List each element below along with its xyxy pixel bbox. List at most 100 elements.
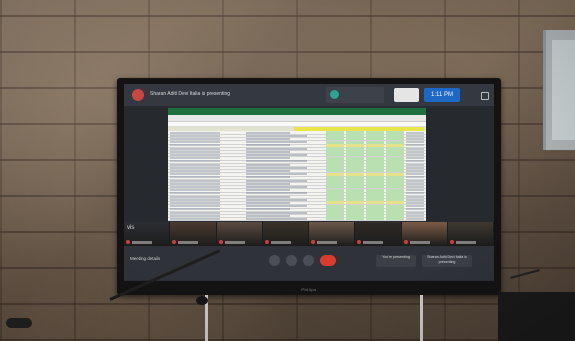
sheet-cell <box>326 217 344 221</box>
sheet-cell <box>246 217 307 220</box>
sheet-cell <box>246 185 307 188</box>
sheet-cell <box>406 217 424 220</box>
sheet-cell <box>246 208 290 211</box>
sheet-cell <box>406 205 424 208</box>
sheet-cell <box>406 208 424 211</box>
presenter-avatar <box>132 89 144 101</box>
participant-name-bar <box>363 241 384 244</box>
sheet-cell <box>246 144 290 147</box>
sheet-cell <box>406 179 424 182</box>
participant-tile[interactable]: vis <box>124 222 170 246</box>
participant-tile[interactable] <box>447 222 493 246</box>
participant-name-bar <box>178 241 199 244</box>
sheet-cell <box>246 189 290 192</box>
microphone-left <box>6 318 32 328</box>
sheet-cell <box>170 185 220 188</box>
participant-tile[interactable] <box>355 222 401 246</box>
muted-mic-icon <box>311 240 315 244</box>
sheet-cell <box>170 173 220 176</box>
sheet-cell <box>170 201 220 204</box>
other-presenting-button[interactable]: Sharan Aditi Devi Italia is presenting <box>422 255 472 267</box>
sheet-cell <box>170 179 220 182</box>
sheet-cell <box>170 134 220 137</box>
more-options-icon[interactable] <box>303 255 314 266</box>
sheet-cell <box>246 150 290 153</box>
sheet-cell <box>246 214 290 217</box>
muted-mic-icon <box>126 240 130 244</box>
meeting-details-link[interactable]: Meeting details <box>130 256 160 261</box>
end-call-button[interactable] <box>320 255 336 266</box>
microphone-icon[interactable] <box>269 255 280 266</box>
sheet-cell <box>170 153 220 156</box>
sheet-cell <box>170 211 220 214</box>
sheet-cell <box>346 217 364 221</box>
fullscreen-icon[interactable] <box>481 92 489 100</box>
participant-name-bar <box>455 241 476 244</box>
sheet-cell <box>246 166 307 169</box>
sheet-cell <box>246 160 307 163</box>
meeting-clock: 1:11 PM <box>424 88 460 102</box>
sheet-cell <box>406 141 424 144</box>
participant-name-bar <box>270 241 291 244</box>
sheet-cell <box>246 131 290 134</box>
sheet-cell <box>170 150 220 153</box>
sheet-cell <box>170 192 220 195</box>
sheet-cell <box>170 157 220 160</box>
sheet-cell <box>246 163 290 166</box>
toast-avatar <box>330 90 339 99</box>
sheet-cell <box>170 166 220 169</box>
shared-spreadsheet <box>168 108 426 222</box>
participant-tile[interactable] <box>309 222 355 246</box>
participant-tile[interactable] <box>262 222 308 246</box>
sheet-cell <box>246 195 290 198</box>
participant-name-bar <box>224 241 245 244</box>
sheet-cell <box>246 192 307 195</box>
meeting-topbar: Sharan Aditi Devi Italia is presenting 1… <box>124 84 494 106</box>
sheet-cell <box>406 147 424 150</box>
sheet-cell <box>406 198 424 201</box>
sheet-cell <box>406 201 424 204</box>
sheet-cell <box>246 173 307 176</box>
sheet-cell <box>170 137 220 140</box>
sheet-cell <box>246 137 290 140</box>
sheet-cell <box>246 211 307 214</box>
wall-frame <box>543 30 575 150</box>
you-presenting-button[interactable]: You're presenting <box>376 255 416 267</box>
sheet-cell <box>406 150 424 153</box>
camera-icon[interactable] <box>286 255 297 266</box>
muted-mic-icon <box>172 240 177 244</box>
sheet-cell <box>170 144 220 147</box>
sheet-cell <box>366 217 384 221</box>
sheet-cell <box>406 195 424 198</box>
sheet-cell <box>170 198 220 201</box>
sheet-cell <box>406 182 424 185</box>
sheet-cell <box>170 205 220 208</box>
screen-margin-right <box>426 106 494 222</box>
sheet-ribbon <box>168 108 426 115</box>
participant-tile[interactable] <box>401 222 447 246</box>
sheet-cell <box>406 192 424 195</box>
layout-button[interactable] <box>394 88 419 102</box>
equipment-box <box>498 292 575 341</box>
sheet-cell <box>170 141 220 144</box>
sheet-cell <box>170 217 220 220</box>
muted-mic-icon <box>403 240 408 244</box>
microphone-head <box>196 296 208 305</box>
sheet-cell <box>406 163 424 166</box>
participant-tile[interactable] <box>170 222 216 246</box>
presenter-banner: Sharan Aditi Devi Italia is presenting <box>150 91 231 97</box>
sheet-cell <box>246 134 307 137</box>
sheet-cell <box>406 144 424 147</box>
sheet-cell <box>406 131 424 134</box>
participant-tile[interactable] <box>216 222 262 246</box>
participant-name: vis <box>127 225 135 231</box>
sheet-cell <box>246 169 290 172</box>
sheet-cell <box>246 201 290 204</box>
sheet-cell <box>246 198 307 201</box>
muted-mic-icon <box>218 240 223 244</box>
sheet-cell <box>170 160 220 163</box>
sheet-cell <box>170 163 220 166</box>
sheet-cell <box>246 182 290 185</box>
sheet-cell <box>386 217 404 221</box>
sheet-cell <box>246 176 290 179</box>
